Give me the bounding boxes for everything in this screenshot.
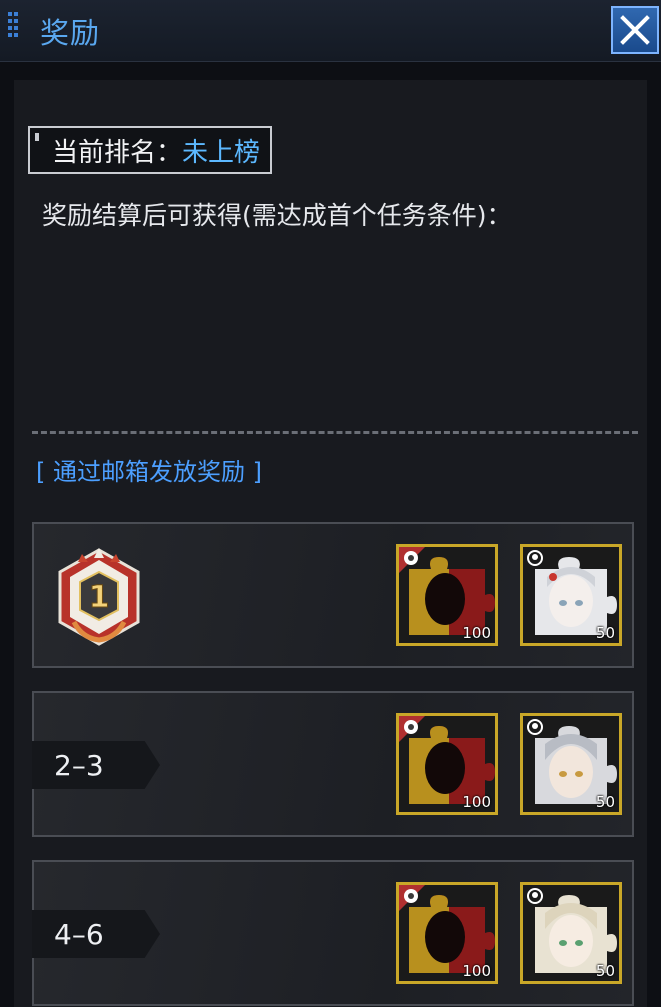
character-badge-icon [527,550,543,566]
dashed-divider [32,431,638,434]
item-quantity: 100 [462,624,491,642]
mail-delivery-note: [ 通过邮箱发放奖励 ] [36,458,262,486]
item-quantity: 50 [595,793,615,811]
current-rank-box: 当前排名： 未上榜 [28,126,273,174]
reward-item[interactable]: 50 [520,544,622,646]
fragment-badge-icon [404,720,418,734]
rank-range-label: 2–3 [32,741,160,789]
reward-row-rank-2-3: 2–3 100 50 [32,691,634,837]
rank-1-number: 1 [89,580,110,615]
rank-range-label: 4–6 [32,910,160,958]
item-quantity: 50 [595,624,615,642]
reward-item[interactable]: 50 [520,713,622,815]
close-button[interactable] [611,6,659,54]
current-rank-value: 未上榜 [182,137,261,168]
reward-item[interactable]: 100 [396,713,498,815]
dialog-title: 奖励 [40,16,101,50]
reward-row-rank-1: 1 100 50 [32,522,634,668]
dialog-header: 奖励 [0,0,661,62]
close-icon [620,15,650,45]
item-quantity: 100 [462,962,491,980]
rank-1-medal-icon: 1 [58,548,140,646]
reward-row-rank-4-6: 4–6 100 50 [32,860,634,1006]
reward-condition-note: 奖励结算后可获得(需达成首个任务条件)： [42,201,512,230]
character-badge-icon [527,888,543,904]
drag-grip-icon [8,12,20,50]
current-rank-label: 当前排名： [52,137,183,168]
fragment-badge-icon [404,889,418,903]
reward-item[interactable]: 100 [396,882,498,984]
item-quantity: 100 [462,793,491,811]
reward-item[interactable]: 50 [520,882,622,984]
character-badge-icon [527,719,543,735]
reward-item[interactable]: 100 [396,544,498,646]
item-quantity: 50 [595,962,615,980]
fragment-badge-icon [404,551,418,565]
